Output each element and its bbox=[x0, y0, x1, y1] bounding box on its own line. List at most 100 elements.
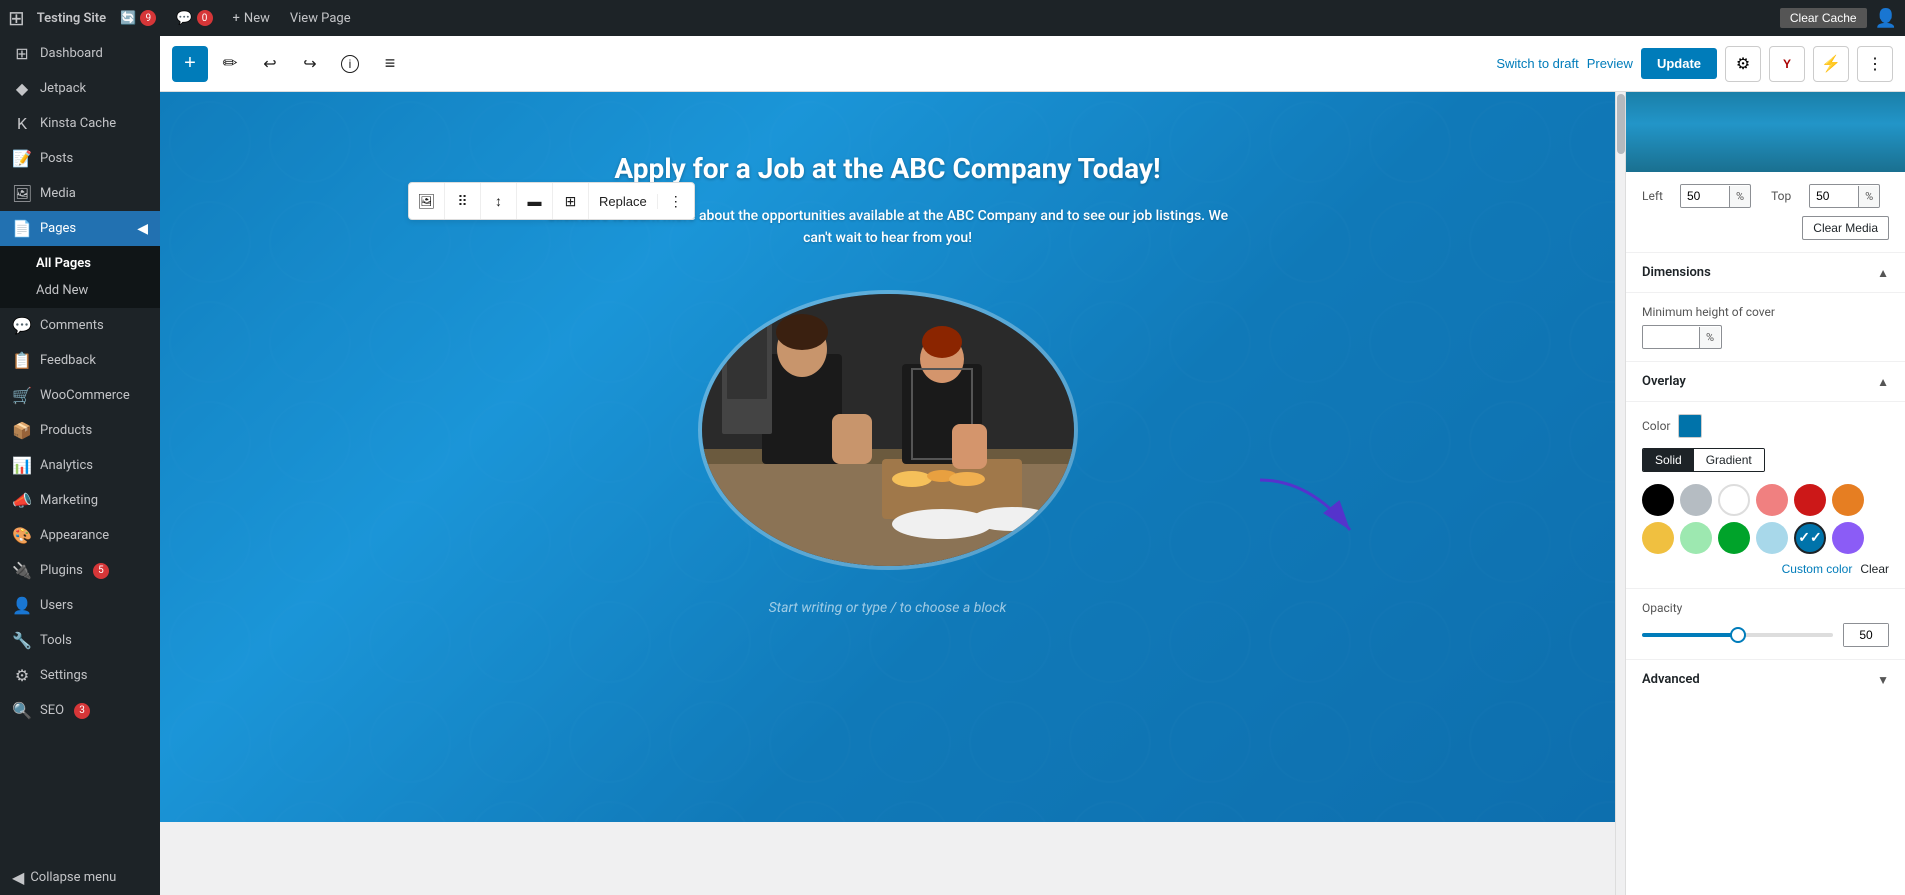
yoast-button[interactable]: Y bbox=[1769, 46, 1805, 82]
products-icon: 📦 bbox=[12, 421, 32, 440]
sidebar-item-woocommerce[interactable]: 🛒 WooCommerce bbox=[0, 378, 160, 413]
palette-color-red[interactable] bbox=[1794, 484, 1826, 516]
comments-item[interactable]: 💬 0 bbox=[170, 10, 218, 26]
custom-color-button[interactable]: Custom color bbox=[1782, 562, 1853, 576]
top-input[interactable] bbox=[1810, 185, 1858, 207]
sidebar-item-jetpack[interactable]: ◆ Jetpack bbox=[0, 71, 160, 106]
undo-button[interactable]: ↩ bbox=[252, 46, 288, 82]
palette-color-pink[interactable] bbox=[1756, 484, 1788, 516]
opacity-slider[interactable] bbox=[1642, 633, 1833, 637]
new-item[interactable]: + New bbox=[227, 11, 276, 26]
redo-button[interactable]: ↪ bbox=[292, 46, 328, 82]
jetpack-icon: ◆ bbox=[12, 79, 32, 98]
sidebar-item-settings[interactable]: ⚙ Settings bbox=[0, 658, 160, 693]
left-input[interactable] bbox=[1681, 185, 1729, 207]
opacity-row bbox=[1642, 623, 1889, 647]
sidebar-item-posts[interactable]: 📝 Posts bbox=[0, 141, 160, 176]
palette-color-purple[interactable] bbox=[1832, 522, 1864, 554]
sidebar: ⊞ Dashboard ◆ Jetpack K Kinsta Cache 📝 P… bbox=[0, 36, 160, 895]
admin-bar-right: Clear Cache 👤 bbox=[1780, 8, 1897, 29]
sidebar-item-feedback[interactable]: 📋 Feedback bbox=[0, 343, 160, 378]
list-view-button[interactable]: ≡ bbox=[372, 46, 408, 82]
canvas-wrapper[interactable]: 🖼 ⠿ ↕ ▬ ⊞ Replace ⋮ bbox=[160, 92, 1615, 895]
start-writing-prompt[interactable]: Start writing or type / to choose a bloc… bbox=[769, 600, 1007, 616]
info-icon: i bbox=[341, 55, 359, 73]
sidebar-item-seo[interactable]: 🔍 SEO 3 bbox=[0, 693, 160, 728]
sidebar-item-comments[interactable]: 💬 Comments bbox=[0, 308, 160, 343]
opacity-input[interactable] bbox=[1844, 624, 1888, 646]
gutenberg-toolbar: + ✏ ↩ ↪ i ≡ Switch to draft Preview Upda… bbox=[160, 36, 1905, 92]
overlay-color-swatch[interactable] bbox=[1678, 414, 1702, 438]
sidebar-item-media[interactable]: 🖼 Media bbox=[0, 176, 160, 211]
tools-button[interactable]: ✏ bbox=[212, 46, 248, 82]
palette-color-white[interactable] bbox=[1718, 484, 1750, 516]
settings-panel-button[interactable]: ⚙ bbox=[1725, 46, 1761, 82]
fullwidth-icon: ⊞ bbox=[565, 193, 577, 210]
sidebar-item-analytics[interactable]: 📊 Analytics bbox=[0, 448, 160, 483]
preview-button[interactable]: Preview bbox=[1587, 56, 1633, 71]
sidebar-item-dashboard[interactable]: ⊞ Dashboard bbox=[0, 36, 160, 71]
sidebar-item-label: Feedback bbox=[40, 353, 96, 368]
cover-block[interactable]: Apply for a Job at the ABC Company Today… bbox=[160, 92, 1615, 822]
palette-color-gray[interactable] bbox=[1680, 484, 1712, 516]
up-down-icon: ↕ bbox=[495, 193, 502, 209]
view-page-item[interactable]: View Page bbox=[284, 11, 357, 26]
vertical-scrollbar[interactable] bbox=[1615, 92, 1625, 895]
sidebar-item-kinsta[interactable]: K Kinsta Cache bbox=[0, 106, 160, 141]
sidebar-item-products[interactable]: 📦 Products bbox=[0, 413, 160, 448]
overlay-heading[interactable]: Overlay ▲ bbox=[1626, 362, 1905, 402]
sidebar-subitem-all-pages[interactable]: All Pages bbox=[0, 250, 160, 277]
palette-color-black[interactable] bbox=[1642, 484, 1674, 516]
pencil-icon: ✏ bbox=[222, 53, 237, 74]
update-button[interactable]: Update bbox=[1641, 48, 1717, 79]
updates-item[interactable]: 🔄 9 bbox=[114, 10, 162, 26]
site-name-text: Testing Site bbox=[37, 11, 106, 26]
sidebar-item-tools[interactable]: 🔧 Tools bbox=[0, 623, 160, 658]
cover-image[interactable] bbox=[698, 290, 1078, 570]
sidebar-item-plugins[interactable]: 🔌 Plugins 5 bbox=[0, 553, 160, 588]
info-button[interactable]: i bbox=[332, 46, 368, 82]
solid-tab[interactable]: Solid bbox=[1643, 449, 1694, 471]
sidebar-item-pages[interactable]: 📄 Pages ◀ bbox=[0, 211, 160, 246]
drag-handle[interactable]: ⠿ bbox=[445, 183, 481, 219]
new-label: New bbox=[244, 11, 270, 26]
clear-media-button[interactable]: Clear Media bbox=[1802, 216, 1889, 240]
align-button[interactable]: ▬ bbox=[517, 183, 553, 219]
more-block-options-button[interactable]: ⋮ bbox=[658, 183, 694, 219]
min-height-input[interactable] bbox=[1643, 326, 1699, 348]
appearance-icon: 🎨 bbox=[12, 526, 32, 545]
fullwidth-button[interactable]: ⊞ bbox=[553, 183, 589, 219]
plugins-icon: 🔌 bbox=[12, 561, 32, 580]
view-page-label: View Page bbox=[290, 11, 351, 26]
palette-color-light-blue[interactable] bbox=[1756, 522, 1788, 554]
replace-button[interactable]: Replace bbox=[589, 194, 658, 209]
more-options-button[interactable]: ⋮ bbox=[1857, 46, 1893, 82]
site-name[interactable]: Testing Site bbox=[37, 11, 106, 26]
palette-color-light-green[interactable] bbox=[1680, 522, 1712, 554]
boost-button[interactable]: ⚡ bbox=[1813, 46, 1849, 82]
sidebar-item-users[interactable]: 👤 Users bbox=[0, 588, 160, 623]
block-type-button[interactable]: 🖼 bbox=[409, 183, 445, 219]
add-block-button[interactable]: + bbox=[172, 46, 208, 82]
palette-color-yellow[interactable] bbox=[1642, 522, 1674, 554]
dimensions-heading[interactable]: Dimensions ▲ bbox=[1626, 253, 1905, 293]
sidebar-item-appearance[interactable]: 🎨 Appearance bbox=[0, 518, 160, 553]
overlay-clear-button[interactable]: Clear bbox=[1860, 562, 1889, 576]
sidebar-subitem-add-new[interactable]: Add New bbox=[0, 277, 160, 304]
advanced-heading[interactable]: Advanced ▼ bbox=[1642, 672, 1889, 687]
collapse-label: Collapse menu bbox=[30, 870, 116, 885]
collapse-menu[interactable]: ◀ Collapse menu bbox=[0, 860, 160, 895]
pages-submenu: All Pages Add New bbox=[0, 246, 160, 308]
palette-color-blue[interactable]: ✓ bbox=[1794, 522, 1826, 554]
palette-color-green[interactable] bbox=[1718, 522, 1750, 554]
palette-color-orange[interactable] bbox=[1832, 484, 1864, 516]
marketing-icon: 📣 bbox=[12, 491, 32, 510]
overlay-section: Color Solid Gradient ✓ Custom color Clea… bbox=[1626, 402, 1905, 589]
sidebar-item-marketing[interactable]: 📣 Marketing bbox=[0, 483, 160, 518]
switch-draft-button[interactable]: Switch to draft bbox=[1496, 56, 1578, 71]
gradient-tab[interactable]: Gradient bbox=[1694, 449, 1764, 471]
clear-cache-button[interactable]: Clear Cache bbox=[1780, 8, 1867, 28]
sidebar-item-label: Jetpack bbox=[40, 81, 86, 96]
move-button[interactable]: ↕ bbox=[481, 183, 517, 219]
sidebar-item-label: Dashboard bbox=[40, 46, 103, 61]
